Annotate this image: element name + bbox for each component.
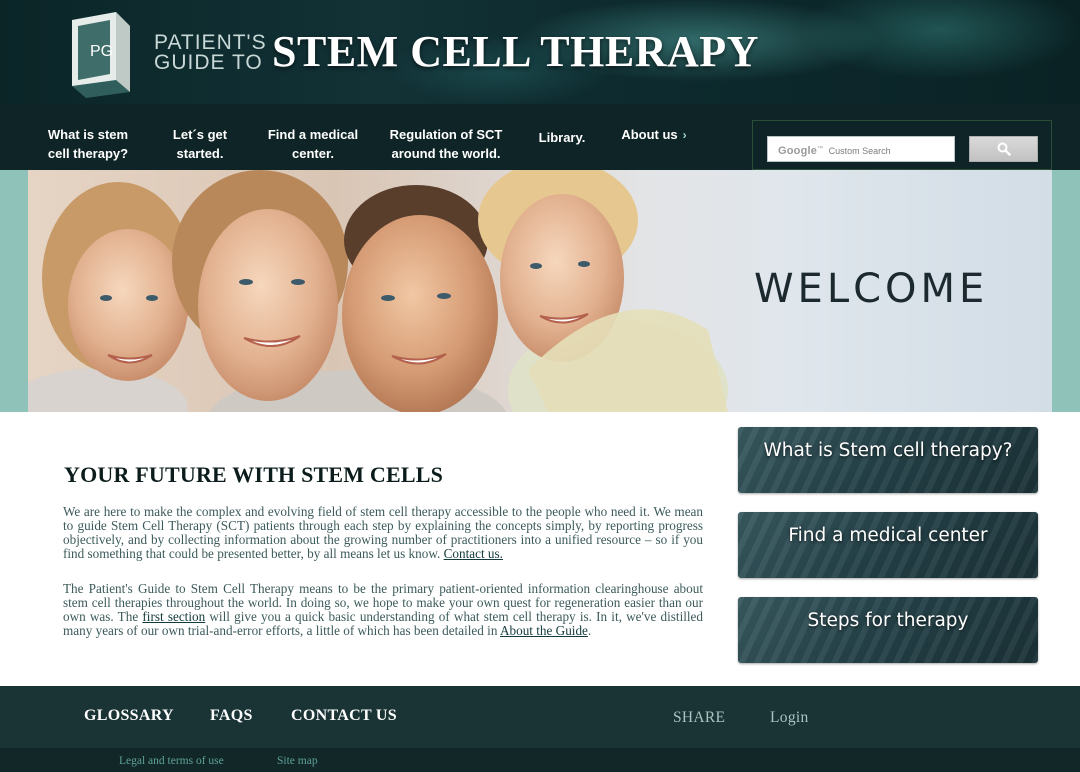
nav-item-library[interactable]: Library.: [532, 128, 592, 147]
intro-paragraph: We are here to make the complex and evol…: [63, 505, 703, 561]
nav-item-line: cell therapy?: [47, 146, 129, 161]
nav-item-line: around the world.: [391, 146, 501, 161]
nav-item-line: What is stem: [47, 127, 129, 142]
search-button[interactable]: [969, 136, 1038, 162]
nav-item-line: Library.: [538, 130, 586, 145]
search-icon: [997, 142, 1011, 156]
card-label: Steps for therapy: [807, 610, 969, 631]
nav-item-regulation-of-sct[interactable]: Regulation of SCT around the world.: [386, 125, 506, 163]
brand-small-line1: PATIENT'S: [154, 31, 267, 54]
legal-terms-link[interactable]: Legal and terms of use: [119, 755, 224, 767]
nav-item-line: started.: [176, 146, 224, 161]
nav-item-line: center.: [292, 146, 334, 161]
about-text-c: .: [587, 623, 592, 638]
chevron-right-icon: ›: [682, 128, 687, 142]
nav-item-lets-get-started[interactable]: Let´s get started.: [160, 125, 240, 163]
card-steps-for-therapy[interactable]: Steps for therapy: [738, 597, 1038, 663]
card-label: What is Stem cell therapy?: [763, 440, 1013, 461]
nav-item-line: Find a medical: [267, 127, 359, 142]
first-section-link[interactable]: first section: [142, 609, 205, 624]
nav-item-line: Let´s get: [172, 127, 228, 142]
card-find-medical-center[interactable]: Find a medical center: [738, 512, 1038, 578]
main-navigation: What is stem cell therapy? Let´s get sta…: [0, 104, 1080, 170]
about-the-guide-link[interactable]: About the Guide: [500, 623, 588, 638]
page-title: YOUR FUTURE WITH STEM CELLS: [64, 462, 444, 487]
site-header: PG PATIENT'S GUIDE TO STEM CELL THERAPY: [0, 0, 1080, 104]
trademark-mark: ™: [817, 146, 824, 152]
footer-link-contact-us[interactable]: CONTACT US: [291, 707, 397, 725]
nav-item-what-is-stem-cell-therapy[interactable]: What is stem cell therapy?: [44, 125, 132, 163]
about-paragraph: The Patient's Guide to Stem Cell Therapy…: [63, 582, 703, 638]
brand-title[interactable]: STEM CELL THERAPY: [272, 26, 759, 77]
nav-item-about-us[interactable]: About us ›: [614, 125, 694, 145]
family-photo: [28, 170, 728, 412]
search-placeholder: Custom Search: [828, 146, 891, 156]
nav-item-line: Regulation of SCT: [389, 127, 503, 142]
logo-book-icon[interactable]: PG: [68, 10, 134, 98]
hero-banner: WELCOME: [28, 170, 1052, 412]
intro-text: We are here to make the complex and evol…: [63, 504, 703, 561]
share-button[interactable]: SHARE: [673, 709, 725, 727]
brand-subtitle: PATIENT'S GUIDE TO: [154, 31, 267, 74]
card-what-is-stem-cell-therapy[interactable]: What is Stem cell therapy?: [738, 427, 1038, 493]
brand-small-line2: GUIDE TO: [154, 51, 263, 74]
nav-item-line: About us: [621, 127, 678, 142]
login-link[interactable]: Login: [770, 709, 809, 727]
footer-link-faqs[interactable]: FAQS: [210, 707, 253, 725]
nav-item-find-medical-center[interactable]: Find a medical center.: [262, 125, 364, 163]
contact-us-link[interactable]: Contact us.: [444, 546, 503, 561]
search-input[interactable]: Google™ Custom Search: [767, 136, 955, 162]
site-map-link[interactable]: Site map: [277, 755, 318, 767]
footer-link-glossary[interactable]: GLOSSARY: [84, 707, 174, 725]
logo-letters: PG: [90, 43, 113, 60]
google-logo-text: Google: [778, 145, 818, 157]
card-label: Find a medical center: [788, 525, 988, 546]
search-panel: Google™ Custom Search: [752, 120, 1052, 170]
hero-welcome-text: WELCOME: [754, 266, 989, 312]
